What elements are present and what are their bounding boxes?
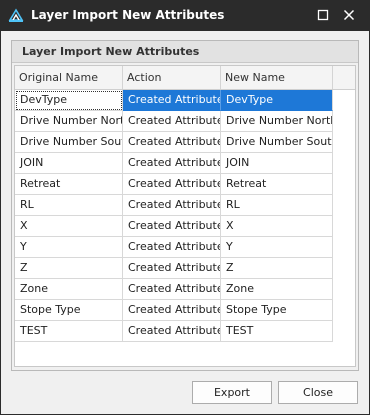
grid-header: Original Name Action New Name xyxy=(15,66,355,90)
dialog-body: Layer Import New Attributes Original Nam… xyxy=(1,31,369,414)
export-button[interactable]: Export xyxy=(192,381,272,404)
cell-action[interactable]: Created Attribute xyxy=(123,153,221,174)
cell-action[interactable]: Created Attribute xyxy=(123,195,221,216)
table-row[interactable]: JOIN Created Attribute JOIN xyxy=(15,153,333,174)
maximize-icon xyxy=(317,9,329,21)
attributes-grid[interactable]: Original Name Action New Name DevType Cre… xyxy=(14,65,356,367)
table-row[interactable]: TEST Created Attribute TEST xyxy=(15,321,333,342)
title-bar[interactable]: Layer Import New Attributes xyxy=(0,0,370,31)
column-header-new-name[interactable]: New Name xyxy=(221,66,333,89)
cell-new-name[interactable]: Z xyxy=(221,258,333,279)
close-icon xyxy=(343,9,355,21)
cell-new-name[interactable]: RL xyxy=(221,195,333,216)
cell-original-name[interactable]: Drive Number North xyxy=(15,111,123,132)
cell-new-name[interactable]: JOIN xyxy=(221,153,333,174)
close-button[interactable]: Close xyxy=(278,381,358,404)
table-row[interactable]: Retreat Created Attribute Retreat xyxy=(15,174,333,195)
cell-original-name[interactable]: Y xyxy=(15,237,123,258)
cell-action[interactable]: Created Attribute xyxy=(123,237,221,258)
window-close-button[interactable] xyxy=(340,6,358,24)
cell-new-name[interactable]: Drive Number South xyxy=(221,132,333,153)
dialog-window: Layer Import New Attributes Layer Import… xyxy=(0,0,370,415)
table-row[interactable]: Zone Created Attribute Zone xyxy=(15,279,333,300)
column-header-action[interactable]: Action xyxy=(123,66,221,89)
cell-action[interactable]: Created Attribute xyxy=(123,258,221,279)
table-row[interactable]: Y Created Attribute Y xyxy=(15,237,333,258)
table-row[interactable]: Drive Number North Created Attribute Drive… xyxy=(15,111,333,132)
cell-action[interactable]: Created Attribute xyxy=(123,174,221,195)
cell-new-name[interactable]: Retreat xyxy=(221,174,333,195)
table-row[interactable]: X Created Attribute X xyxy=(15,216,333,237)
cell-action[interactable]: Created Attribute xyxy=(123,90,221,111)
column-header-original-name[interactable]: Original Name xyxy=(15,66,123,89)
cell-original-name[interactable]: Drive Number South xyxy=(15,132,123,153)
cell-original-name[interactable]: JOIN xyxy=(15,153,123,174)
cell-original-name[interactable]: Stope Type xyxy=(15,300,123,321)
cell-action[interactable]: Created Attribute xyxy=(123,132,221,153)
cell-original-name[interactable]: TEST xyxy=(15,321,123,342)
table-row[interactable]: Z Created Attribute Z xyxy=(15,258,333,279)
cell-original-name[interactable]: RL xyxy=(15,195,123,216)
cell-new-name[interactable]: DevType xyxy=(221,90,333,111)
cell-new-name[interactable]: Drive Number North xyxy=(221,111,333,132)
table-row[interactable]: DevType Created Attribute DevType xyxy=(15,90,333,111)
table-row[interactable]: Stope Type Created Attribute Stope Type xyxy=(15,300,333,321)
cell-action[interactable]: Created Attribute xyxy=(123,111,221,132)
group-header: Layer Import New Attributes xyxy=(12,41,358,63)
attributes-group: Layer Import New Attributes Original Nam… xyxy=(11,40,359,371)
maximize-button[interactable] xyxy=(314,6,332,24)
table-row[interactable]: Drive Number South Created Attribute Drive… xyxy=(15,132,333,153)
cell-original-name[interactable]: DevType xyxy=(15,90,123,111)
cell-new-name[interactable]: Y xyxy=(221,237,333,258)
cell-action[interactable]: Created Attribute xyxy=(123,321,221,342)
cell-new-name[interactable]: X xyxy=(221,216,333,237)
window-title: Layer Import New Attributes xyxy=(31,8,225,22)
cell-original-name[interactable]: X xyxy=(15,216,123,237)
group-title: Layer Import New Attributes xyxy=(22,45,200,58)
cell-action[interactable]: Created Attribute xyxy=(123,216,221,237)
app-layers-icon xyxy=(8,8,24,24)
cell-action[interactable]: Created Attribute xyxy=(123,300,221,321)
cell-original-name[interactable]: Z xyxy=(15,258,123,279)
cell-original-name[interactable]: Retreat xyxy=(15,174,123,195)
cell-new-name[interactable]: Stope Type xyxy=(221,300,333,321)
cell-new-name[interactable]: Zone xyxy=(221,279,333,300)
table-row[interactable]: RL Created Attribute RL xyxy=(15,195,333,216)
cell-action[interactable]: Created Attribute xyxy=(123,279,221,300)
cell-new-name[interactable]: TEST xyxy=(221,321,333,342)
cell-original-name[interactable]: Zone xyxy=(15,279,123,300)
